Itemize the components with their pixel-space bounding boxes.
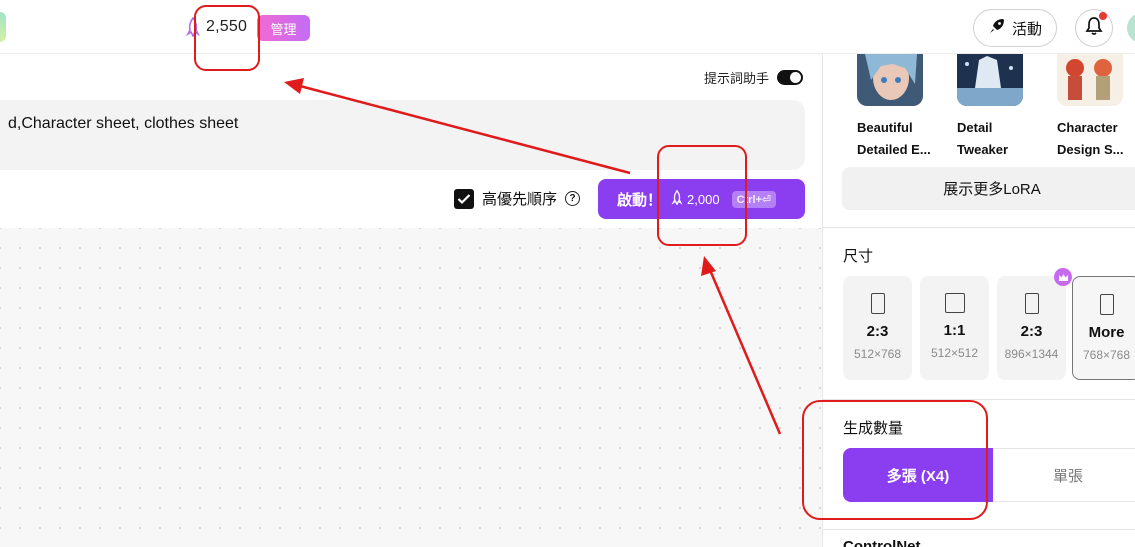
credit-icon <box>670 189 684 208</box>
start-generate-button[interactable]: 啟動！ 2,000 Ctrl+⏎ <box>598 179 805 219</box>
size-dims: 896×1344 <box>1004 347 1059 361</box>
lora-card[interactable]: Detail Tweaker LoRA <box>957 54 1037 183</box>
size-section-title: 尺寸 <box>843 248 874 265</box>
priority-label: 高優先順序 <box>482 191 558 208</box>
size-dims: 768×768 <box>1082 348 1131 362</box>
start-cost-amount: 2,000 <box>687 191 720 207</box>
lora-name: Character Design S... <box>1057 120 1124 157</box>
lora-thumbnail <box>1057 54 1123 106</box>
lora-thumbnail <box>857 54 923 106</box>
count-single-button[interactable]: 單張 <box>993 448 1135 502</box>
settings-panel: Beautiful Detailed E... Detail Tweaker L… <box>822 54 1135 547</box>
priority-checkbox[interactable] <box>454 188 474 209</box>
size-dims: 512×768 <box>853 347 902 361</box>
controlnet-section-title: ControlNet <box>843 538 921 547</box>
size-option-1-1[interactable]: 1:1 512×512 <box>920 276 989 380</box>
count-section-title: 生成數量 <box>843 420 904 437</box>
portrait-ratio-icon <box>1024 293 1039 314</box>
size-option-2-3-hd[interactable]: 2:3 896×1344 <box>997 268 1072 380</box>
result-canvas <box>0 228 822 547</box>
divider <box>823 529 1135 530</box>
lora-name: Beautiful Detailed E... <box>857 120 931 157</box>
activity-label: 活動 <box>1011 20 1042 38</box>
start-cost: 2,000 <box>670 189 720 208</box>
count-multi-button[interactable]: 多張 (X4) <box>843 448 993 502</box>
lora-card[interactable]: Character Design S... <box>1057 54 1135 161</box>
show-more-lora-button[interactable]: 展示更多LoRA <box>842 167 1135 209</box>
divider <box>823 227 1135 228</box>
prompt-assistant-toggle[interactable] <box>777 70 804 85</box>
prompt-assistant-row: 提示詞助手 <box>704 68 804 87</box>
priority-row: 高優先順序 ? <box>454 188 581 209</box>
credit-icon <box>184 16 202 38</box>
portrait-ratio-icon <box>870 293 885 314</box>
crown-icon <box>1054 268 1072 286</box>
app-page: 2,550 管理 活動 提示詞助手 d,Character sheet, clo… <box>0 0 1135 547</box>
size-ratio-label: 2:3 <box>1020 323 1043 340</box>
credits-display: 2,550 <box>184 14 247 40</box>
prompt-input[interactable]: d,Character sheet, clothes sheet <box>0 100 805 170</box>
top-header: 2,550 管理 活動 <box>0 0 1135 54</box>
size-option-2-3[interactable]: 2:3 512×768 <box>843 276 912 380</box>
activity-button[interactable]: 活動 <box>973 9 1057 47</box>
size-ratio-label: More <box>1088 324 1125 341</box>
size-ratio-label: 2:3 <box>866 323 889 340</box>
avatar[interactable] <box>1127 13 1135 43</box>
size-option-more[interactable]: More 768×768 <box>1072 276 1135 380</box>
size-ratio-label: 1:1 <box>943 322 966 339</box>
size-dims: 512×512 <box>930 346 979 360</box>
square-ratio-icon <box>944 293 965 313</box>
help-icon[interactable]: ? <box>565 191 581 206</box>
credits-amount: 2,550 <box>206 18 248 35</box>
keyboard-shortcut: Ctrl+⏎ <box>731 190 777 208</box>
manage-button[interactable]: 管理 <box>257 15 310 41</box>
notifications-button[interactable] <box>1075 9 1113 47</box>
lora-card[interactable]: Beautiful Detailed E... <box>857 54 937 161</box>
notification-badge <box>1099 12 1107 20</box>
lora-thumbnail <box>957 54 1023 106</box>
prompt-assistant-label: 提示詞助手 <box>704 71 770 86</box>
logo[interactable] <box>0 12 6 42</box>
more-sizes-icon <box>1099 294 1114 315</box>
divider <box>823 399 1135 400</box>
rocket-icon <box>988 17 1006 39</box>
start-label: 啟動！ <box>617 191 663 209</box>
